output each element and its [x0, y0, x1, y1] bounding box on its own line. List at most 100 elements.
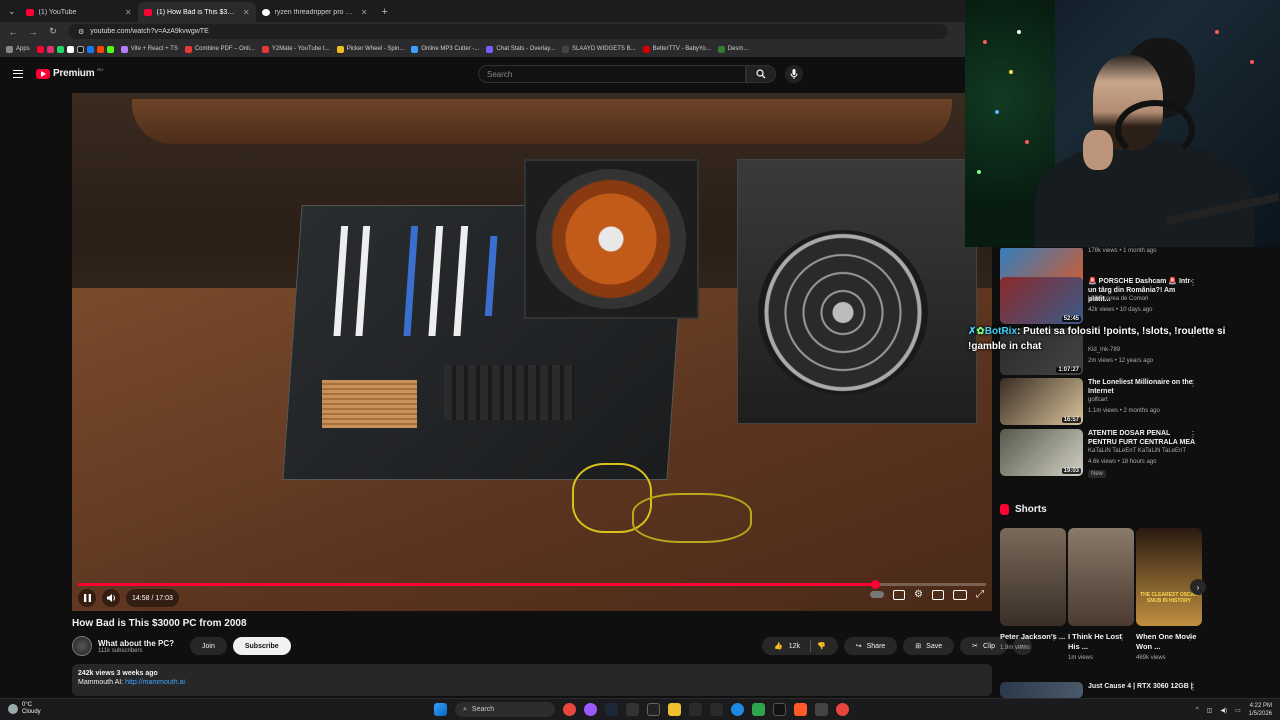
voice-search-button[interactable] — [785, 65, 803, 83]
chevron-up-icon[interactable]: ^ — [1196, 707, 1199, 713]
app-icon[interactable] — [689, 703, 702, 716]
speaker-icon[interactable]: ◀) — [1220, 707, 1227, 714]
short-views: 1.9m views — [1000, 645, 1031, 651]
tab-video[interactable]: (1) How Bad is This $3000 P ✕ — [137, 2, 256, 22]
taskbar-clock[interactable]: 4:22 PM 1/5/2026 — [1249, 702, 1272, 718]
video-actions: 👍 12k 👎 ↪ Share ⊞ Save ✂ Clip ⋯ — [762, 637, 1033, 655]
shorts-heading: Shorts — [1000, 504, 1047, 515]
close-icon[interactable]: ✕ — [243, 8, 250, 17]
bookmark-combine-pdf[interactable]: Combine PDF – Onli... — [184, 45, 255, 53]
like-button[interactable]: 👍 12k 👎 — [762, 637, 838, 655]
more-options-icon[interactable]: ⋮ — [1050, 633, 1058, 642]
chrome-icon[interactable] — [563, 703, 576, 716]
recommendation-item[interactable]: Just Cause 4 | RTX 3060 12GB | ⋮ — [1000, 682, 1205, 698]
search-input[interactable]: Search — [478, 65, 746, 83]
youtube-icon — [25, 8, 34, 16]
short-item[interactable]: THE CLEAREST OSCAR SNUB IN HISTORY When O… — [1136, 528, 1202, 661]
url-field[interactable]: ⚙ youtube.com/watch?v=AzA9kvwgwTE — [68, 24, 948, 39]
more-options-icon[interactable]: ⋮ — [1189, 379, 1197, 388]
reload-icon[interactable]: ↻ — [48, 26, 58, 37]
taskbar-search[interactable]: ⌕ Search — [455, 702, 555, 717]
recommendation-item[interactable]: 52:45 🚨 PORSCHE Dashcam 🚨 Intr-un târg di… — [1000, 277, 1205, 325]
bookmark-mp3-cutter[interactable]: Online MP3 Cutter -... — [411, 45, 479, 53]
thumbs-down-icon[interactable]: 👎 — [817, 642, 826, 650]
share-button[interactable]: ↪ Share — [843, 637, 898, 655]
epic-games-icon[interactable] — [647, 703, 660, 716]
subscribe-button[interactable]: Subscribe — [232, 637, 291, 655]
subtitles-icon[interactable] — [893, 589, 906, 600]
streamer-hand — [1083, 130, 1113, 170]
autoplay-toggle[interactable] — [870, 591, 885, 598]
description-box[interactable]: 242k views 3 weeks ago Mammouth AI: http… — [72, 664, 992, 696]
bookmark-desmos[interactable]: Desm... — [717, 45, 748, 53]
twitch-app-icon[interactable] — [584, 703, 597, 716]
close-icon[interactable]: ✕ — [361, 8, 368, 17]
site-info-icon[interactable]: ⚙ — [78, 28, 84, 36]
settings-icon[interactable]: ⚙ — [914, 589, 923, 600]
join-button[interactable]: Join — [190, 637, 227, 655]
tab-google[interactable]: ryzen threadripper pro 9995wx ✕ — [256, 2, 374, 22]
bookmark-icon: ⊞ — [915, 643, 922, 650]
share-icon: ↪ — [855, 643, 862, 650]
more-options-icon[interactable]: ⋮ — [1186, 633, 1194, 642]
battery-icon[interactable]: ▭ — [1235, 707, 1241, 714]
bookmark-icons[interactable] — [36, 45, 114, 53]
widget-icon — [561, 45, 569, 53]
short-item[interactable]: I Think He Lost His ... 1m views ⋮ — [1068, 528, 1134, 661]
description-prefix: Mammouth AI: — [78, 679, 126, 686]
network-icon[interactable]: ◫ — [1207, 707, 1213, 714]
chrome-icon[interactable] — [836, 703, 849, 716]
bookmark-vite[interactable]: Vite + React + TS — [120, 45, 178, 53]
search-button[interactable] — [746, 65, 776, 83]
youtube-premium-logo[interactable]: Premium RO — [36, 67, 103, 79]
short-item[interactable]: Peter Jackson's ... 1.9m views ⋮ — [1000, 528, 1066, 651]
new-tab-button[interactable]: + — [374, 6, 396, 22]
more-options-icon[interactable]: ⋮ — [1189, 430, 1197, 439]
recommendation-channel[interactable]: golfcart — [1088, 397, 1108, 403]
bookmark-picker-wheel[interactable]: Picker Wheel - Spin... — [336, 45, 404, 53]
channel-name[interactable]: What about the PC? — [98, 639, 174, 648]
fullscreen-icon[interactable]: ⤢ — [976, 589, 984, 600]
app-icon[interactable] — [626, 703, 639, 716]
more-options-icon[interactable]: ⋮ — [1189, 683, 1197, 692]
recommendation-channel[interactable]: Vânătoarea de Comori — [1088, 296, 1148, 302]
subscriber-count: 111k subscribers — [98, 647, 143, 654]
steam-icon[interactable] — [605, 703, 618, 716]
theater-mode-icon[interactable] — [953, 589, 967, 600]
close-icon[interactable]: ✕ — [125, 8, 132, 17]
pause-button[interactable] — [78, 589, 96, 607]
forward-icon[interactable]: → — [28, 27, 38, 37]
recommendation-channel[interactable]: KaTaLiN TaLeEnT KaTaLiN TaLeEnT — [1088, 448, 1186, 454]
channel-avatar[interactable] — [72, 636, 92, 656]
volume-button[interactable] — [102, 589, 120, 607]
more-options-icon[interactable]: ⋮ — [1118, 633, 1126, 642]
video-player[interactable]: 14:58 / 17:03 ⚙ ⤢ — [72, 93, 992, 611]
app-icon[interactable] — [710, 703, 723, 716]
progress-bar[interactable] — [78, 580, 986, 589]
url-text: youtube.com/watch?v=AzA9kvwgwTE — [90, 28, 209, 35]
app-icon[interactable] — [815, 703, 828, 716]
description-link[interactable]: http://mammouth.ai — [125, 679, 185, 686]
bookmark-slaayd[interactable]: SLAAYD WIDGETS B... — [561, 45, 636, 53]
browser-icon[interactable] — [731, 703, 744, 716]
bookmark-betterttv[interactable]: BetterTTV - BabyYo... — [642, 45, 711, 53]
weather-widget[interactable]: 0°C Cloudy — [8, 702, 41, 716]
app-icon[interactable] — [773, 703, 786, 716]
back-icon[interactable]: ← — [8, 27, 18, 37]
menu-icon[interactable] — [13, 70, 23, 78]
app-icon[interactable] — [752, 703, 765, 716]
brave-icon[interactable] — [794, 703, 807, 716]
more-options-icon[interactable]: ⋮ — [1189, 278, 1197, 287]
next-shorts-button[interactable]: › — [1190, 579, 1206, 595]
save-button[interactable]: ⊞ Save — [903, 637, 955, 655]
recommendation-item[interactable]: 19:03 ATENTIE DOSAR PENAL PENTRU FURT CEN… — [1000, 429, 1205, 478]
tab-search-icon[interactable]: ⌄ — [4, 6, 20, 22]
bookmark-y2mate[interactable]: Y2Mate - YouTube t... — [261, 45, 330, 53]
file-explorer-icon[interactable] — [668, 703, 681, 716]
tab-youtube[interactable]: (1) YouTube ✕ — [20, 2, 138, 22]
bookmark-chat-stats[interactable]: Chat Stats - Overlay... — [486, 45, 555, 53]
bookmark-apps[interactable]: Apps — [6, 45, 30, 53]
recommendation-item[interactable]: 16:57 The Loneliest Millionaire on the In… — [1000, 378, 1205, 426]
windows-start-icon[interactable] — [434, 703, 447, 716]
miniplayer-icon[interactable] — [932, 589, 944, 600]
